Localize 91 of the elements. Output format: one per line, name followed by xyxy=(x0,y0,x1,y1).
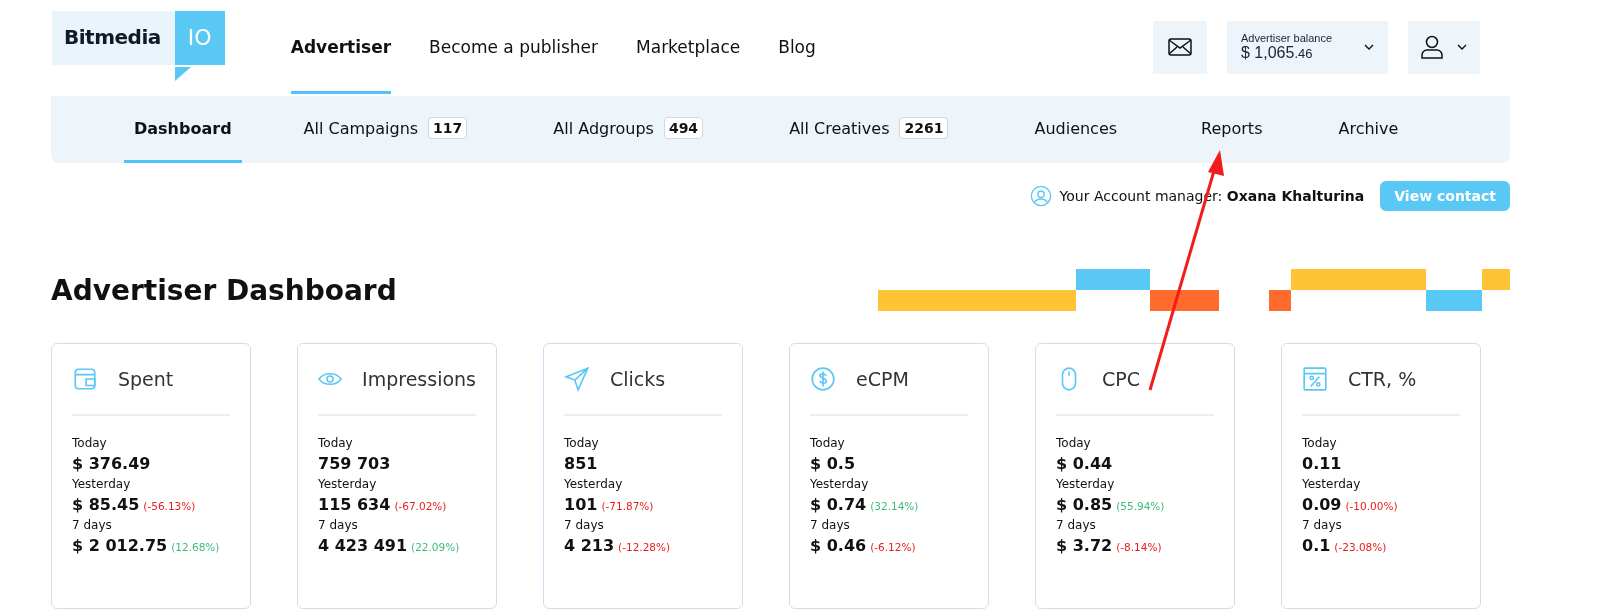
user-menu-button[interactable] xyxy=(1408,20,1480,74)
tab-label: All Creatives xyxy=(789,118,890,138)
period-label: 7 days xyxy=(318,518,359,532)
period-label: Today xyxy=(72,436,108,450)
period-label: 7 days xyxy=(1302,518,1343,532)
paper-plane-icon xyxy=(564,366,590,392)
count-badge: 117 xyxy=(428,117,468,139)
card-title: CPC xyxy=(1102,368,1140,390)
metric-value: 4 213 xyxy=(564,536,615,555)
period-label: 7 days xyxy=(810,518,851,532)
metric-value: 851 xyxy=(564,454,598,473)
chevron-down-icon xyxy=(1364,44,1374,50)
period-label: 7 days xyxy=(564,518,605,532)
metric-value: $ 376.49 xyxy=(72,454,151,473)
period-label: Today xyxy=(1302,436,1338,450)
logo-wordmark: Bitmedia xyxy=(52,11,175,65)
period-label: Today xyxy=(318,436,354,450)
metric-value: $ 0.85 xyxy=(1056,495,1113,514)
change-percent: (-8.14%) xyxy=(1116,541,1162,553)
period-label: 7 days xyxy=(72,518,113,532)
metric-value: $ 0.74 xyxy=(810,495,867,514)
period-label: Today xyxy=(1056,436,1092,450)
balance-dropdown[interactable]: Advertiser balance $ 1,065.46 xyxy=(1227,20,1388,74)
balance-label: Advertiser balance xyxy=(1241,32,1333,44)
sub-nav-tab[interactable]: All Adgroups 494 xyxy=(543,96,714,163)
metric-value: $ 0.46 xyxy=(810,536,867,555)
period-label: Yesterday xyxy=(1302,477,1362,491)
card-title: eCPM xyxy=(856,368,909,390)
period-label: Yesterday xyxy=(72,477,132,491)
metric-value: $ 2 012.75 xyxy=(72,536,168,555)
metric-value: 0.11 xyxy=(1302,454,1342,473)
period-label: Yesterday xyxy=(1056,477,1116,491)
period-label: Today xyxy=(810,436,846,450)
metric-value: 0.09 xyxy=(1302,495,1342,514)
metric-value: 115 634 xyxy=(318,495,391,514)
metric-value: $ 0.44 xyxy=(1056,454,1113,473)
count-badge: 494 xyxy=(663,117,704,139)
metric-value: 101 xyxy=(564,495,598,514)
metric-value: $ 85.45 xyxy=(72,495,140,514)
metric-value: $ 3.72 xyxy=(1056,536,1113,555)
nav-tab[interactable]: Become a publisher xyxy=(429,0,599,94)
nav-tab[interactable]: Marketplace xyxy=(636,0,741,94)
percent-window-icon xyxy=(1302,366,1328,392)
change-percent: (55.94%) xyxy=(1116,500,1165,512)
sub-nav-tab[interactable]: All Creatives 2261 xyxy=(779,96,959,163)
sub-nav-tab[interactable]: Audiences xyxy=(1024,96,1128,163)
sub-nav-tab[interactable]: All Campaigns 117 xyxy=(293,96,478,163)
card-title: Impressions xyxy=(362,368,476,390)
metric-value: 0.1 xyxy=(1302,536,1331,555)
count-badge: 2261 xyxy=(899,117,949,139)
change-percent: (-10.00%) xyxy=(1345,500,1398,512)
tab-label: All Campaigns xyxy=(303,118,419,138)
card-title: CTR, % xyxy=(1348,368,1417,390)
period-label: Today xyxy=(564,436,600,450)
sub-nav-tab[interactable]: Dashboard xyxy=(124,96,242,163)
sub-nav-tab[interactable]: Archive xyxy=(1328,96,1409,163)
metric-value: 759 703 xyxy=(318,454,391,473)
balance-amount: $ 1,065.46 xyxy=(1241,44,1314,62)
envelope-icon xyxy=(1168,38,1192,56)
change-percent: (-12.28%) xyxy=(618,541,671,553)
tab-label: Audiences xyxy=(1034,118,1118,138)
change-percent: (-23.08%) xyxy=(1334,541,1387,553)
wallet-icon xyxy=(72,366,98,392)
change-percent: (12.68%) xyxy=(171,541,220,553)
period-label: 7 days xyxy=(1056,518,1097,532)
tab-label: Archive xyxy=(1338,118,1399,138)
metric-value: $ 0.5 xyxy=(810,454,856,473)
change-percent: (32.14%) xyxy=(870,500,919,512)
user-circle-icon xyxy=(1029,185,1052,207)
mail-button[interactable] xyxy=(1153,20,1207,74)
period-label: Yesterday xyxy=(318,477,378,491)
sub-nav-tab[interactable]: Reports xyxy=(1191,96,1273,163)
card-title: Spent xyxy=(118,368,174,390)
change-percent: (22.09%) xyxy=(411,541,460,553)
dollar-coin-icon xyxy=(810,366,836,392)
tab-label: All Adgroups xyxy=(553,118,654,138)
period-label: Yesterday xyxy=(564,477,624,491)
period-label: Yesterday xyxy=(810,477,870,491)
card-title: Clicks xyxy=(610,368,666,390)
tab-label: Reports xyxy=(1201,118,1263,138)
logo-badge: IO xyxy=(174,11,225,65)
chevron-down-icon xyxy=(1457,44,1467,50)
user-icon xyxy=(1421,35,1443,59)
change-percent: (-56.13%) xyxy=(143,500,196,512)
change-percent: (-67.02%) xyxy=(394,500,447,512)
change-percent: (-71.87%) xyxy=(601,500,654,512)
page-title: Advertiser Dashboard xyxy=(51,273,397,307)
metric-value: 4 423 491 xyxy=(318,536,408,555)
tab-label: Dashboard xyxy=(134,118,232,138)
nav-tab[interactable]: Blog xyxy=(778,0,816,94)
change-percent: (-6.12%) xyxy=(870,541,916,553)
